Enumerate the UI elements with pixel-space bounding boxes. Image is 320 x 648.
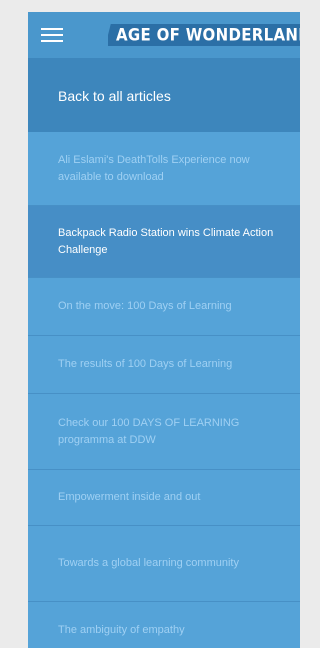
header: AGE OF WONDERLAND [28,12,300,58]
article-title: The ambiguity of empathy [58,624,185,636]
article-title: On the move: 100 Days of Learning [58,300,232,312]
back-to-all-articles-link[interactable]: Back to all articles [28,58,300,132]
article-item[interactable]: Empowerment inside and out [28,470,300,526]
article-item[interactable]: The ambiguity of empathy [28,602,300,648]
article-item[interactable]: Check our 100 DAYS OF LEARNING programma… [28,394,300,470]
article-item[interactable]: The results of 100 Days of Learning [28,336,300,394]
logo-text: AGE OF WONDERLAND [116,25,300,45]
article-title: The results of 100 Days of Learning [58,358,233,370]
article-title: Empowerment inside and out [58,491,201,503]
article-title: Check our 100 DAYS OF LEARNING programma… [58,416,240,446]
article-title: Ali Eslami's DeathTolls Experience now a… [58,153,250,183]
article-title: Towards a global learning community [58,557,239,569]
hamburger-menu-icon[interactable] [28,12,76,58]
article-item[interactable]: Towards a global learning community [28,526,300,602]
back-to-all-articles-label: Back to all articles [58,88,171,104]
article-item[interactable]: On the move: 100 Days of Learning [28,278,300,336]
site-logo[interactable]: AGE OF WONDERLAND [108,22,300,48]
menu-bar [41,34,63,36]
article-title: Backpack Radio Station wins Climate Acti… [58,226,274,256]
menu-bar [41,40,63,42]
menu-bar [41,28,63,30]
article-list: Ali Eslami's DeathTolls Experience now a… [28,132,300,648]
article-item[interactable]: Ali Eslami's DeathTolls Experience now a… [28,132,300,206]
article-item-active[interactable]: Backpack Radio Station wins Climate Acti… [28,206,300,278]
mobile-nav-panel: AGE OF WONDERLAND Back to all articles A… [28,12,300,648]
